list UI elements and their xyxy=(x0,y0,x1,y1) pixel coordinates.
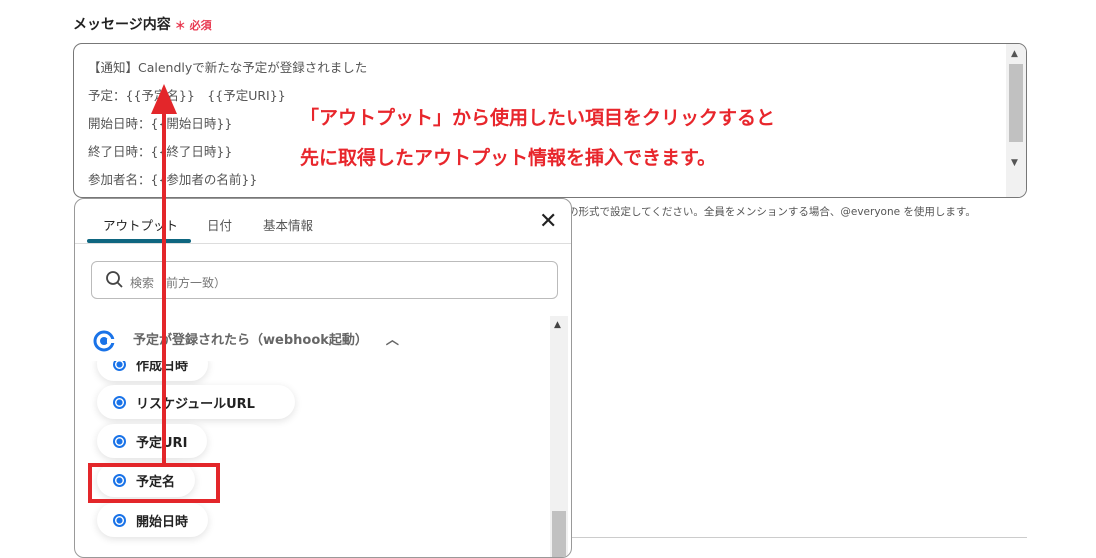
arrow-icon xyxy=(151,84,177,464)
annotation-line2: 先に取得したアウトプット情報を挿入できます。 xyxy=(300,147,717,169)
annotation-line1: 「アウトプット」から使用したい項目をクリックすると xyxy=(300,107,776,129)
